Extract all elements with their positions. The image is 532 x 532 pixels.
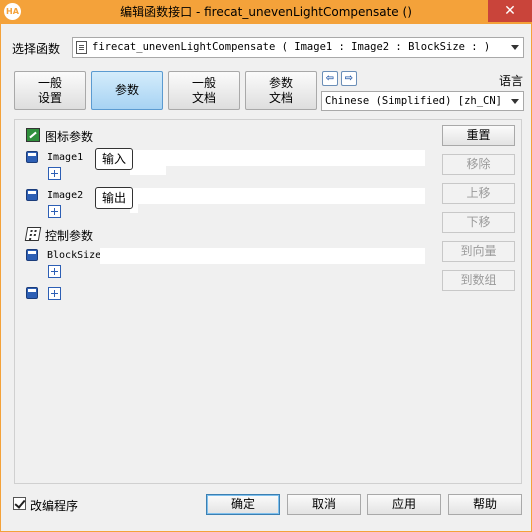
to-vector-button[interactable]: 到向量 [442,241,515,262]
tab-general-documentation[interactable]: 一般 文档 [168,71,240,110]
arrow-right-icon: ⇨ [344,73,354,84]
modify-program-checkbox[interactable] [13,497,26,510]
document-icon [76,41,87,54]
input-control-param-icon [26,249,38,261]
help-button[interactable]: 帮助 [448,494,522,515]
tab-label-line: 参数 [268,76,293,90]
output-control-param-icon [26,287,38,299]
param-image2-field[interactable] [130,188,425,204]
control-parameters-heading: 控制参数 [45,229,94,243]
plus-icon[interactable] [48,205,61,218]
arrow-left-icon: ⇦ [325,73,335,84]
select-function-label: 选择函数 [12,42,61,56]
iconic-parameters-heading: 图标参数 [45,130,94,144]
close-button[interactable]: ✕ [488,0,532,22]
move-up-button[interactable]: 上移 [442,183,515,204]
control-parameters-icon [24,227,42,241]
apply-button[interactable]: 应用 [367,494,441,515]
language-select-value: Chinese (Simplified) [zh_CN] [325,95,503,107]
param-blocksize-field[interactable] [100,248,425,264]
title-bar: HA 编辑函数接口 - firecat_unevenLightCompensat… [0,0,532,24]
tab-label-line: 设置 [37,91,62,105]
to-array-button[interactable]: 到数组 [442,270,515,291]
language-prev-button[interactable]: ⇦ [322,71,338,86]
input-iconic-param-icon [26,151,38,163]
plus-icon[interactable] [48,287,61,300]
ok-button[interactable]: 确定 [206,494,280,515]
tab-general-settings[interactable]: 一般 设置 [14,71,86,110]
language-next-button[interactable]: ⇨ [341,71,357,86]
tab-label-line: 文档 [268,91,293,105]
function-select-value: firecat_unevenLightCompensate ( Image1 :… [92,41,491,53]
output-iconic-param-icon [26,189,38,201]
tooltip-input: 输入 [95,148,134,170]
tooltip-output: 输出 [95,187,134,209]
tab-label-line: 一般 [191,76,216,90]
modify-program-label: 改编程序 [30,499,79,513]
reset-button[interactable]: 重置 [442,125,515,146]
param-name-image2: Image2 [47,190,84,201]
move-down-button[interactable]: 下移 [442,212,515,233]
tab-parameters[interactable]: 参数 [91,71,163,110]
chevron-down-icon[interactable] [511,99,519,104]
plus-icon[interactable] [48,167,61,180]
tab-parameter-documentation[interactable]: 参数 文档 [245,71,317,110]
plus-icon[interactable] [48,265,61,278]
language-label: 语言 [499,74,524,88]
param-image1-field-ext [130,166,166,175]
iconic-parameters-icon [26,128,40,142]
language-select[interactable]: Chinese (Simplified) [zh_CN] [321,91,524,111]
param-name-blocksize: BlockSize [47,250,102,261]
tab-label-line: 文档 [191,91,216,105]
cancel-button[interactable]: 取消 [287,494,361,515]
window-title: 编辑函数接口 - firecat_unevenLightCompensate (… [120,5,412,19]
chevron-down-icon[interactable] [511,45,519,50]
tab-label-line: 一般 [37,76,62,90]
param-name-image1: Image1 [47,152,84,163]
remove-button[interactable]: 移除 [442,154,515,175]
tab-label: 参数 [114,83,139,97]
function-select[interactable]: firecat_unevenLightCompensate ( Image1 :… [72,37,524,58]
param-image1-field[interactable] [130,150,425,166]
